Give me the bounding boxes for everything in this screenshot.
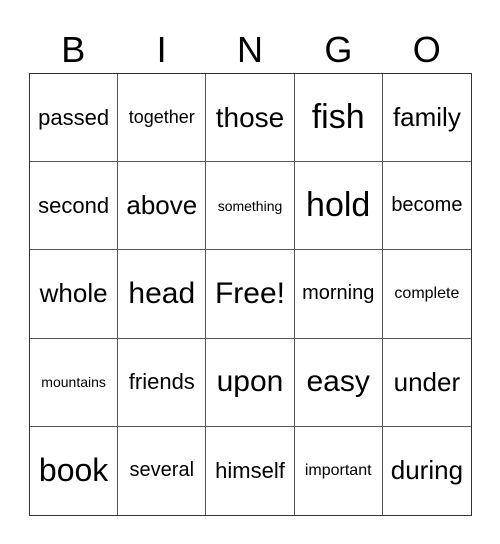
bingo-cell: fish <box>294 74 383 163</box>
bingo-cell: upon <box>206 338 295 427</box>
header-letter-b: B <box>61 29 86 70</box>
bingo-cell: friends <box>118 338 207 427</box>
bingo-cell: morning <box>294 250 383 339</box>
bingo-cell: during <box>390 455 464 486</box>
bingo-cell: mountains <box>30 338 119 427</box>
bingo-cell: hold <box>294 162 383 251</box>
bingo-cell: together <box>118 74 207 163</box>
header-letter-o: O <box>412 29 441 70</box>
bingo-cell: easy <box>294 338 383 427</box>
bingo-cell: under <box>382 339 471 427</box>
header-letter-g: G <box>324 29 353 70</box>
bingo-cell: above <box>118 162 207 251</box>
bingo-cell: second <box>30 162 119 251</box>
bingo-cell: those <box>206 74 295 163</box>
bingo-cell: family <box>382 74 471 163</box>
bingo-cell: head <box>118 250 207 339</box>
bingo-header: B I N G O <box>29 28 471 72</box>
bingo-grid: passed together those fish family second… <box>29 73 472 516</box>
header-letter-n: N <box>236 29 263 70</box>
bingo-cell: become <box>382 162 471 251</box>
bingo-cell: himself <box>206 426 295 515</box>
bingo-cell: important <box>295 426 383 515</box>
header-letter-i: I <box>156 29 167 70</box>
bingo-cell: passed <box>30 74 119 163</box>
bingo-cell: book <box>30 426 119 515</box>
bingo-cell: several <box>118 426 207 515</box>
bingo-cell: complete <box>382 250 471 339</box>
bingo-free-cell: Free! <box>206 250 295 339</box>
bingo-cell: something <box>206 162 295 251</box>
bingo-cell: whole <box>30 250 119 339</box>
